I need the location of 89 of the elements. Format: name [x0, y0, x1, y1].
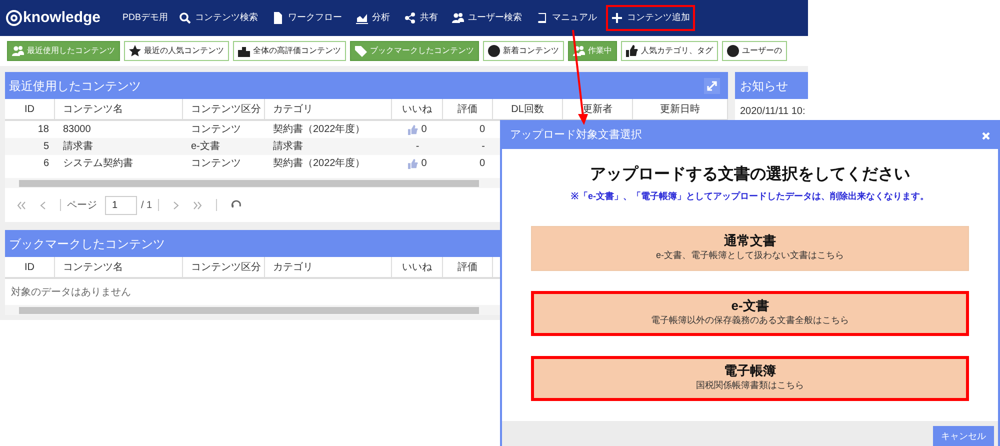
plus-icon [611, 12, 624, 24]
empty-message: 対象のデータはありません [11, 286, 131, 300]
filter-tab[interactable]: ユーザーの [722, 41, 787, 61]
column-header[interactable]: DL回数 [493, 99, 563, 119]
podium-icon [238, 45, 250, 57]
page-input[interactable]: 1 [105, 196, 137, 214]
table-cell-text: 0 [478, 123, 486, 137]
column-header[interactable]: ID [5, 257, 55, 277]
column-header[interactable]: コンテンツ区分 [183, 99, 265, 119]
column-header[interactable]: いいね [392, 99, 443, 119]
nav-link[interactable]: ワークフロー [269, 7, 346, 29]
document-type-option[interactable]: 通常文書 e-文書、電子帳簿として扱わない文書はこちら [531, 226, 969, 270]
dialog-heading: アップロードする文書の選択をしてください [590, 164, 910, 185]
next-page-icon[interactable] [173, 200, 180, 210]
thumbs-up-icon [626, 45, 638, 57]
table-cell-text: 6 [42, 157, 50, 171]
table-cell-text: 契約書（2022年度） [272, 122, 366, 137]
table-cell-text: 5 [42, 140, 50, 154]
column-header[interactable]: 評価 [443, 99, 493, 119]
option-title: 電子帳簿 [724, 363, 776, 380]
dialog-title: アップロード対象文書選択 [510, 128, 642, 144]
like-cell-text: - [416, 140, 420, 154]
column-header[interactable]: コンテンツ名 [55, 257, 183, 277]
column-header[interactable]: ID [5, 99, 55, 119]
document-type-option[interactable]: e-文書 電子帳簿以外の保存義務のある文書全般はこちら [531, 290, 969, 336]
column-header[interactable]: コンテンツ区分 [183, 257, 265, 277]
option-description: e-文書、電子帳簿として扱わない文書はこちら [656, 249, 844, 262]
table-cell-text: 18 [36, 123, 50, 137]
table-cell-text: 0 [478, 157, 486, 171]
table-cell-text: 契約書（2022年度） [272, 156, 366, 171]
nav-link[interactable]: マニュアル [533, 7, 600, 29]
at-sign-icon [6, 10, 22, 26]
tag-icon [355, 45, 367, 57]
option-description: 電子帳簿以外の保存義務のある文書全般はこちら [651, 314, 849, 328]
page-total: / 1 [141, 198, 152, 212]
previous-page-icon[interactable] [40, 200, 46, 210]
like-cell: 0 [408, 122, 427, 137]
first-page-icon[interactable] [17, 200, 26, 210]
users-icon [452, 12, 464, 24]
dialog-note: ※「e-文書」、「電子帳簿」としてアップロードしたデータは、削除出来なくなります。 [570, 190, 929, 203]
table-cell-text: コンテンツ [190, 157, 242, 171]
document-type-option[interactable]: 電子帳簿 国税関係帳簿書類はこちら [531, 356, 969, 400]
option-title: 通常文書 [724, 233, 776, 250]
table-cell-text: 請求書 [272, 140, 304, 154]
table-cell-text: システム契約書 [62, 156, 134, 171]
chart-icon [356, 12, 368, 24]
panel-title: ブックマークしたコンテンツ [9, 236, 165, 252]
panel-title: 最近使用したコンテンツ [9, 78, 141, 94]
column-header[interactable]: いいね [392, 257, 443, 277]
like-cell: 0 [408, 156, 427, 171]
filter-tab[interactable]: 全体の高評価コンテンツ [233, 41, 346, 61]
star-icon [129, 45, 141, 57]
filter-tab[interactable]: 人気カテゴリ、タグ [621, 41, 718, 61]
option-description: 国税関係帳簿書類はこちら [696, 379, 804, 392]
users-icon [573, 45, 585, 57]
column-header[interactable]: コンテンツ名 [55, 99, 183, 119]
table-cell-text: 83000 [62, 123, 92, 137]
nav-link[interactable]: ユーザー検索 [449, 7, 526, 29]
thumbs-up-icon[interactable] [408, 124, 418, 134]
filter-tab[interactable]: 最近の人気コンテンツ [124, 41, 229, 61]
column-header[interactable]: カテゴリ [265, 99, 392, 119]
panel-title: お知らせ [740, 78, 788, 94]
nav-link[interactable]: 共有 [401, 7, 442, 29]
close-icon[interactable] [982, 132, 990, 140]
table-cell-text: 請求書 [62, 140, 94, 154]
column-header[interactable]: 更新日時 [633, 99, 728, 119]
option-title: e-文書 [731, 298, 769, 314]
document-icon [272, 12, 284, 24]
users-icon [12, 45, 24, 57]
filter-tab[interactable]: 新着コンテンツ [483, 41, 564, 61]
nav-link[interactable]: コンテンツ検索 [176, 7, 262, 29]
table-cell-text: - [480, 140, 486, 154]
logo-text: knowledge [23, 8, 101, 28]
site-name: PDBデモ用 [122, 11, 168, 24]
thumbs-up-icon[interactable] [408, 158, 418, 168]
column-header[interactable]: カテゴリ [265, 257, 392, 277]
nav-link[interactable]: コンテンツ追加 [608, 7, 694, 29]
nav-link[interactable]: 分析 [353, 7, 394, 29]
refresh-icon[interactable] [231, 200, 242, 210]
expand-icon[interactable] [704, 78, 720, 94]
last-page-icon[interactable] [193, 200, 202, 210]
table-cell-text: コンテンツ [190, 123, 242, 137]
column-header[interactable]: 評価 [443, 257, 493, 277]
share-icon [404, 12, 416, 24]
notice-date: 2020/11/11 10: [739, 105, 806, 119]
page-label: ページ [67, 198, 97, 212]
search-icon [179, 12, 192, 24]
table-cell-text: e-文書 [190, 140, 221, 154]
logo[interactable]: knowledge [6, 6, 101, 30]
